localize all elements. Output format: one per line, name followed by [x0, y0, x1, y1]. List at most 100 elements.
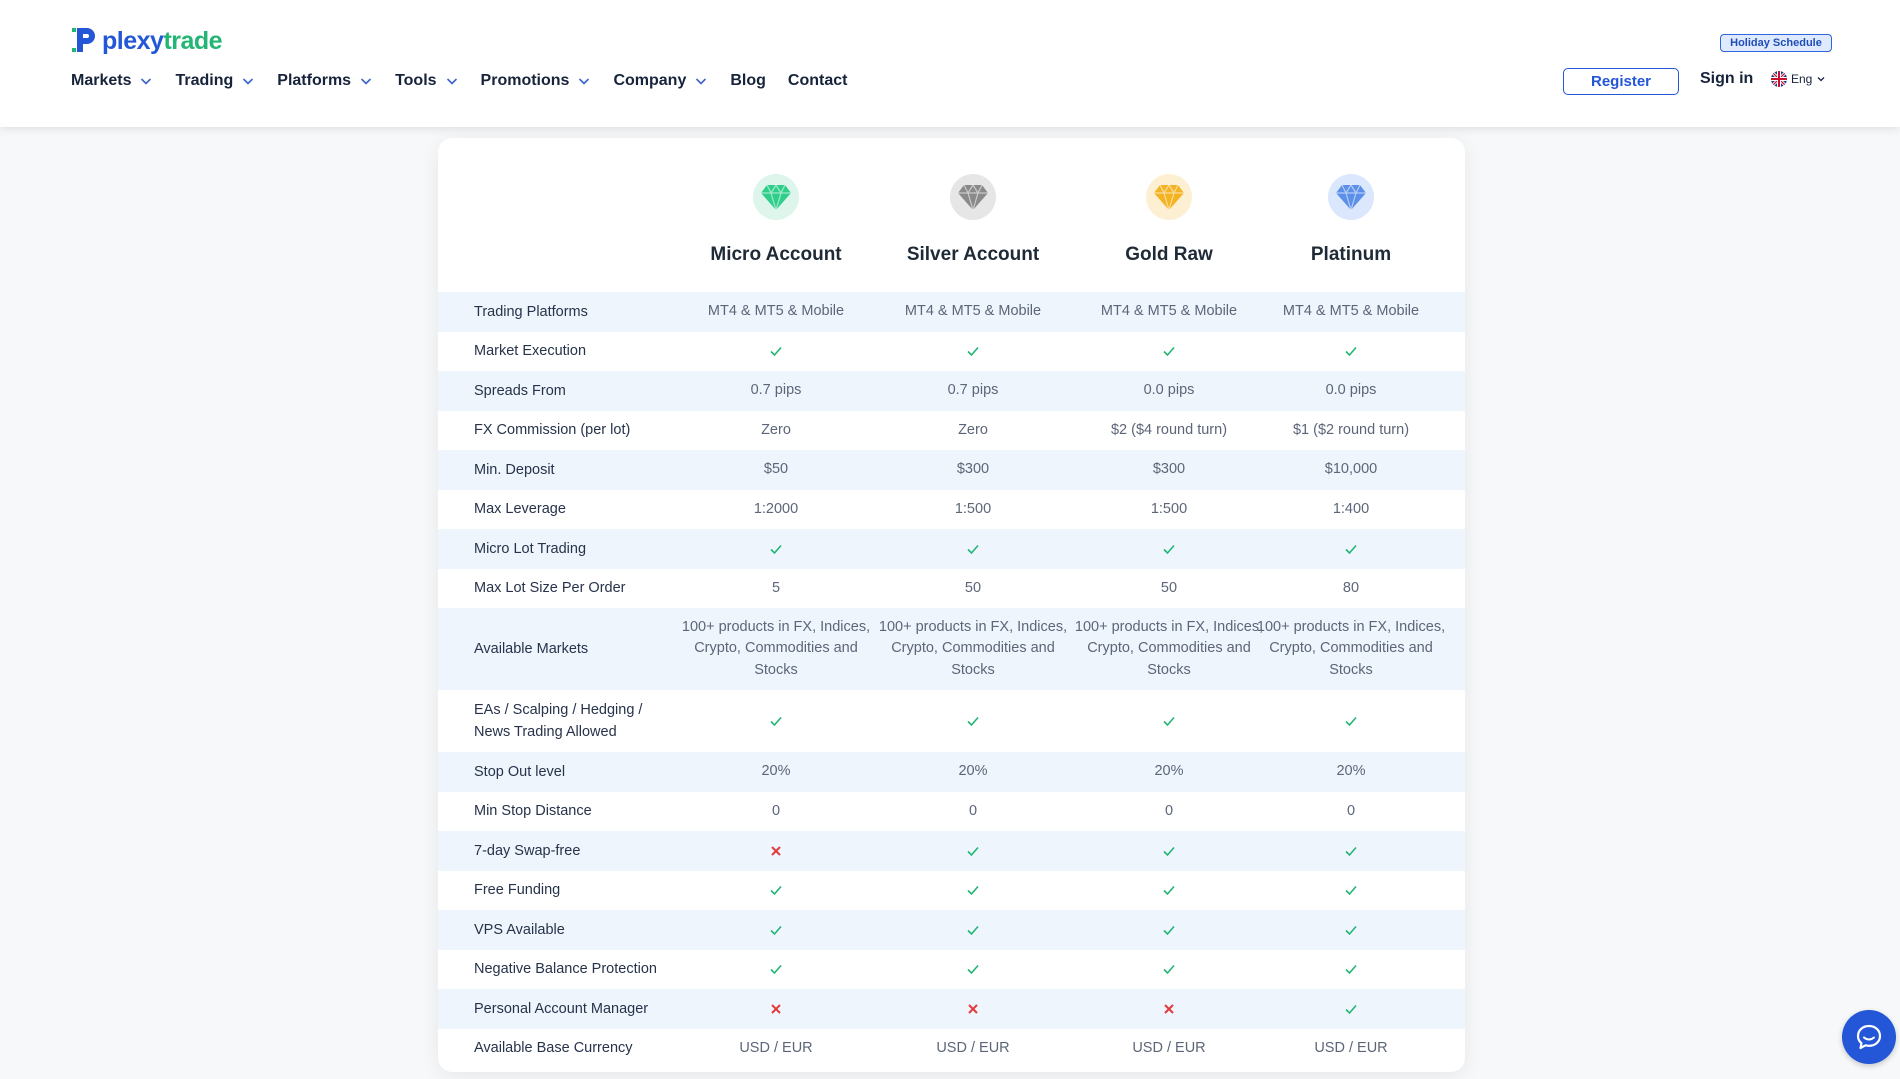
comparison-rows: Trading Platforms MT4 & MT5 & Mobile MT4 &… — [438, 292, 1465, 1068]
logo-text-part2: trade — [163, 26, 223, 55]
table-cell: $2 ($4 round turn) — [1071, 411, 1267, 451]
cell-value: MT4 & MT5 & Mobile — [707, 303, 845, 319]
table-cell: 100+ products in FX, Indices, Crypto, Co… — [1253, 608, 1449, 690]
platinum-diamond-icon — [1328, 174, 1374, 220]
nav-label: Company — [613, 72, 687, 89]
cell-value: 20% — [958, 763, 988, 779]
table-row: Market Execution — [438, 332, 1465, 372]
table-cell: 0.7 pips — [678, 371, 874, 411]
cell-value: $300 — [1152, 461, 1186, 477]
check-icon — [875, 529, 1071, 569]
cell-value: $10,000 — [1324, 461, 1378, 477]
table-cell: Zero — [678, 411, 874, 451]
nav-label: Tools — [395, 72, 437, 89]
cell-value: MT4 & MT5 & Mobile — [1100, 303, 1238, 319]
cell-value: Zero — [958, 421, 988, 438]
cell-value: 100+ products in FX, Indices, Crypto, Co… — [878, 618, 1068, 678]
table-cell: Zero — [875, 411, 1071, 451]
table-row: Negative Balance Protection — [438, 950, 1465, 990]
account-name: Silver Account — [906, 244, 1040, 265]
table-cell: USD / EUR — [678, 1029, 874, 1069]
cell-value: 0 — [1346, 802, 1356, 819]
check-icon — [875, 332, 1071, 372]
chat-button[interactable] — [1842, 1010, 1896, 1064]
nav-label: Trading — [175, 72, 234, 89]
table-row: Free Funding — [438, 871, 1465, 911]
nav-contact[interactable]: Contact — [788, 68, 848, 94]
table-cell: $50 — [678, 450, 874, 490]
check-icon — [1071, 950, 1267, 990]
row-label: Available Base Currency — [474, 1040, 633, 1057]
table-cell: 0.0 pips — [1253, 371, 1449, 411]
uk-flag-icon — [1771, 71, 1787, 87]
table-cell: MT4 & MT5 & Mobile — [1253, 292, 1449, 332]
cell-value: 100+ products in FX, Indices, Crypto, Co… — [1256, 618, 1446, 678]
row-label: Personal Account Manager — [474, 1000, 649, 1017]
table-row: Max Leverage 1:2000 1:500 1:500 1:400 — [438, 490, 1465, 530]
table-cell: $1 ($2 round turn) — [1253, 411, 1449, 451]
signin-link[interactable]: Sign in — [1700, 70, 1753, 88]
row-label: EAs / Scalping / Hedging / News Trading … — [474, 702, 643, 740]
cell-value: USD / EUR — [1132, 1039, 1206, 1056]
table-cell: 0.7 pips — [875, 371, 1071, 411]
chevron-down-icon — [360, 78, 372, 85]
row-label: Free Funding — [474, 882, 561, 899]
logo[interactable]: plexytrade — [70, 26, 223, 56]
nav-trading[interactable]: Trading — [175, 68, 255, 94]
holiday-schedule-button[interactable]: Holiday Schedule — [1720, 34, 1832, 52]
check-icon — [1253, 910, 1449, 950]
check-icon — [678, 332, 874, 372]
table-cell: 0 — [1071, 792, 1267, 832]
chevron-down-icon — [446, 78, 457, 85]
table-row: Micro Lot Trading — [438, 529, 1465, 569]
cell-value: USD / EUR — [739, 1039, 813, 1056]
table-row: Available Base Currency USD / EUR USD / EU… — [438, 1029, 1465, 1069]
table-cell: $300 — [875, 450, 1071, 490]
chevron-down-icon — [579, 78, 590, 85]
account-header: Gold Raw — [1071, 174, 1267, 266]
check-icon — [1071, 690, 1267, 752]
table-cell: 80 — [1253, 569, 1449, 609]
nav-label: Promotions — [480, 72, 570, 89]
table-cell: 1:500 — [875, 490, 1071, 530]
table-cell: USD / EUR — [1253, 1029, 1449, 1069]
cell-value: 20% — [1336, 763, 1366, 779]
table-cell: MT4 & MT5 & Mobile — [875, 292, 1071, 332]
check-icon — [1071, 529, 1267, 569]
table-row: Spreads From 0.7 pips 0.7 pips 0.0 pips 0.0 … — [438, 371, 1465, 411]
language-selector[interactable]: Eng — [1771, 71, 1826, 87]
nav-markets[interactable]: Markets — [71, 68, 153, 94]
cell-value: $2 ($4 round turn) — [1110, 421, 1228, 438]
cell-value: 20% — [1154, 763, 1184, 779]
cell-value: 0 — [968, 802, 978, 819]
cell-value: Zero — [761, 421, 791, 438]
chevron-down-icon — [243, 78, 254, 85]
cell-value: 0.0 pips — [1143, 382, 1195, 398]
nav-blog[interactable]: Blog — [730, 68, 766, 94]
nav-promotions[interactable]: Promotions — [481, 68, 592, 94]
check-icon — [875, 831, 1071, 871]
row-label: Market Execution — [474, 343, 587, 360]
row-label: Spreads From — [474, 382, 566, 399]
check-icon — [1253, 529, 1449, 569]
table-cell: 0.0 pips — [1071, 371, 1267, 411]
check-icon — [678, 529, 874, 569]
nav-company[interactable]: Company — [613, 68, 708, 94]
nav-platforms[interactable]: Platforms — [277, 68, 373, 94]
green-diamond-icon — [753, 174, 799, 220]
nav-label: Markets — [71, 72, 132, 89]
nav-tools[interactable]: Tools — [395, 68, 458, 94]
table-cell: MT4 & MT5 & Mobile — [1071, 292, 1267, 332]
row-label: VPS Available — [474, 921, 565, 938]
table-cell: 50 — [1071, 569, 1267, 609]
check-icon — [1253, 690, 1449, 752]
cell-value: 80 — [1342, 579, 1360, 596]
check-icon — [1253, 332, 1449, 372]
account-header: Silver Account — [875, 174, 1071, 266]
table-cell: 100+ products in FX, Indices, Crypto, Co… — [1071, 608, 1267, 690]
table-cell: 1:500 — [1071, 490, 1267, 530]
register-button[interactable]: Register — [1563, 68, 1679, 95]
cell-value: 100+ products in FX, Indices, Crypto, Co… — [1074, 618, 1264, 678]
table-cell: 20% — [1253, 752, 1449, 792]
table-row: VPS Available — [438, 910, 1465, 950]
